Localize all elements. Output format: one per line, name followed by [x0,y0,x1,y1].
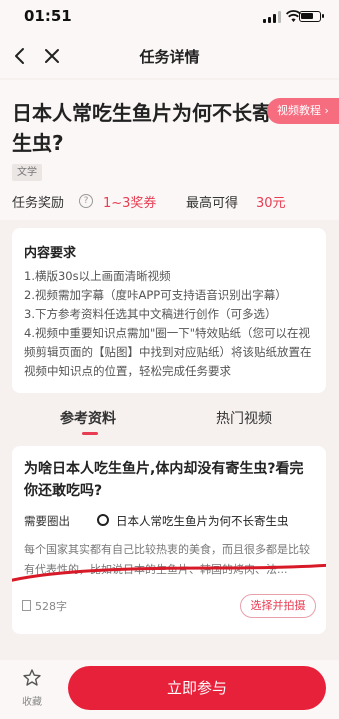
nav-bar: 任务详情 [0,34,339,78]
status-bar: 01:51 [0,0,339,34]
status-time: 01:51 [24,7,72,25]
tab-indicator [82,432,98,435]
join-now-button[interactable]: 立即参与 [68,666,326,710]
requirements-card: 内容要求 1.横版30s以上画面清晰视频 2.视频需加字幕（度咔APP可支持语音… [12,228,326,393]
word-count-value: 528字 [35,600,67,613]
reward-row: 任务奖励 ? 1~3奖券 最高可得 30元 [12,190,332,212]
word-count: 528字 [22,598,67,614]
status-icons [263,10,324,24]
close-icon[interactable] [38,42,66,70]
star-icon[interactable] [22,668,42,688]
tab-reference[interactable]: 参考资料 [60,408,116,428]
task-header: 日本人常吃生鱼片为何不长寄生虫? 视频教程 › 文学 任务奖励 ? 1~3奖券 … [0,80,339,220]
requirement-item: 3.下方参考资料任选其中文稿进行创作（可多选） [24,307,277,321]
select-and-shoot-button[interactable]: 选择并拍摄 [240,594,316,618]
battery-icon [299,11,324,22]
required-label: 需要圈出 [24,514,70,528]
requirement-item: 1.横版30s以上画面清晰视频 [24,269,171,283]
radio-icon[interactable] [97,514,109,526]
video-tutorial-button[interactable]: 视频教程 › [267,98,339,124]
tab-hot-videos[interactable]: 热门视频 [216,408,272,428]
reference-article-card[interactable]: 为啥日本人吃生鱼片,体内却没有寄生虫?看完你还敢吃吗? 需要圈出 日本人常吃生鱼… [12,446,326,634]
document-icon [22,600,31,611]
back-icon[interactable] [6,42,34,70]
reward-value: 1~3奖券 [103,196,157,211]
requirements-title: 内容要求 [24,246,77,261]
article-title: 为啥日本人吃生鱼片,体内却没有寄生虫?看完你还敢吃吗? [24,461,304,499]
required-value: 日本人常吃生鱼片为何不长寄生虫 [116,514,289,528]
category-tag: 文学 [12,164,42,181]
annotation-underline [12,563,326,582]
requirement-item: 2.视频需加字幕（度咔APP可支持语音识别出字幕） [24,288,287,302]
reward-label: 任务奖励 [12,196,65,211]
help-icon[interactable]: ? [79,194,93,208]
bottom-bar: 收藏 立即参与 [0,660,339,719]
favorite-label: 收藏 [22,697,42,708]
requirement-item: 4.视频中重要知识点需加"圈一下"特效贴纸（您可以在视频剪辑页面的【贴图】中找到… [24,326,312,378]
task-title: 日本人常吃生鱼片为何不长寄生虫? [12,101,272,155]
content-tabs: 参考资料 热门视频 [0,404,339,440]
max-reward-label: 最高可得 [186,196,239,211]
max-reward-value: 30元 [256,196,286,211]
required-row: 需要圈出 日本人常吃生鱼片为何不长寄生虫 [24,510,314,532]
signal-icon [263,11,281,23]
